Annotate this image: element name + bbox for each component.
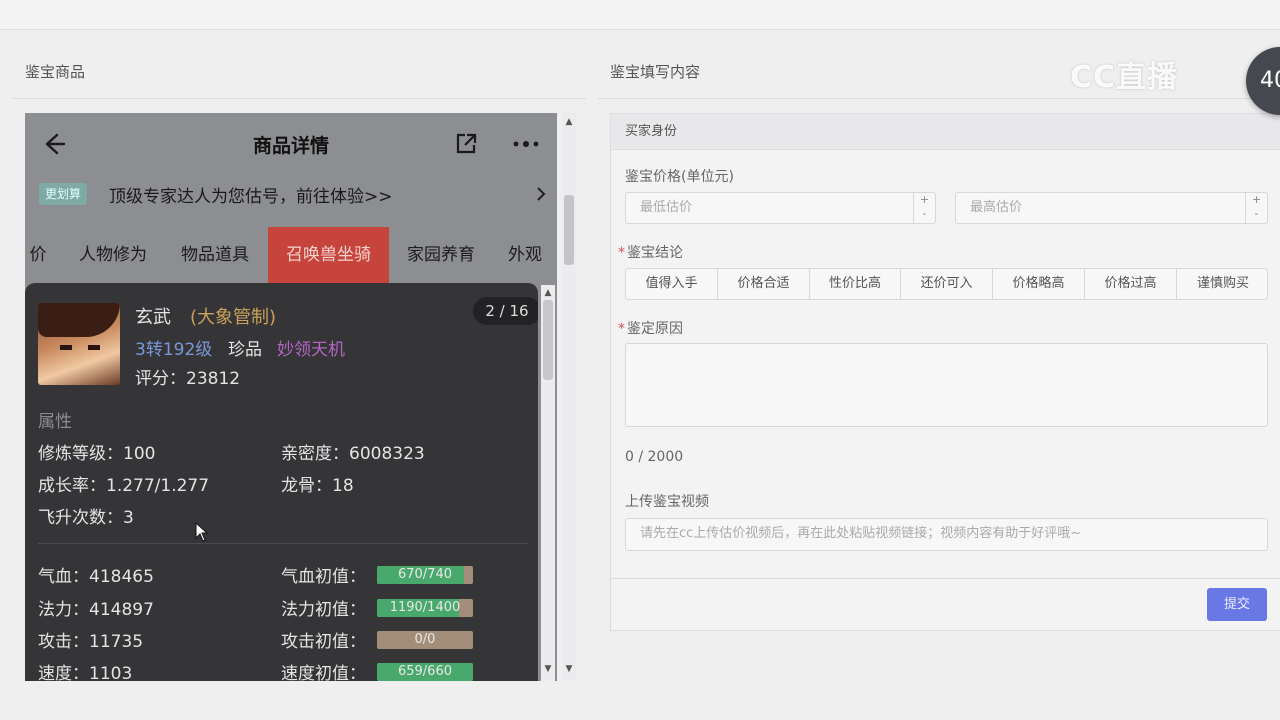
stat-mp-init-label: 法力初值： [281,600,366,620]
watermark-logo: CC直播 [1070,60,1179,95]
pager-indicator: 2 / 16 [473,297,538,325]
min-price-stepper[interactable]: + - [913,193,935,223]
chevron-right-icon [537,187,546,201]
inner-scrollbar-thumb[interactable] [543,300,553,380]
max-price-input[interactable]: 最高估价 + - [955,192,1268,224]
attr-intimacy: 亲密度：6008323 [281,444,425,464]
stat-speed: 速度：1103 [38,664,133,681]
notice-text: 顶级专家达人为您估号，前往体验>> [109,187,393,207]
inner-scroll-down-icon[interactable]: ▼ [543,664,553,674]
stat-speed-init-label: 速度初值： [281,664,366,681]
scroll-up-arrow-icon[interactable]: ▲ [564,117,574,127]
stat-mp-init-bar: 1190/1400 [377,599,473,617]
video-link-input[interactable]: 请先在cc上传估价视频后，再在此处粘贴视频链接；视频内容有助于好评哦~ [625,518,1268,551]
pet-level: 3转192级 [135,340,213,360]
form-section-header: 买家身份 [611,114,1280,150]
stat-speed-init-bar: 659/660 [377,663,473,681]
attr-dragon-bone: 龙骨：18 [281,476,354,496]
option-slightly-high[interactable]: 价格略高 [993,269,1085,299]
notice-badge: 更划算 [39,183,88,205]
stat-hp: 气血：418465 [38,567,154,587]
pet-skill: 妙领天机 [277,340,345,360]
top-bar [0,0,1280,30]
product-preview: 商品详情 更划算 顶级专家达人为您估号，前往体验>> 价 人物修为 物品道具 召… [25,113,557,681]
conclusion-options: 值得入手 价格合适 性价比高 还价可入 价格略高 价格过高 谨慎购买 [625,268,1268,300]
attr-heading: 属性 [38,412,72,432]
submit-button[interactable]: 提交 [1207,588,1267,621]
tab-character[interactable]: 人物修为 [71,227,155,283]
attr-divider [38,543,528,544]
stat-attack-init-label: 攻击初值： [281,632,366,652]
left-panel-title: 鉴宝商品 [25,63,86,81]
option-fair-price[interactable]: 价格合适 [718,269,810,299]
conclusion-label: * 鉴宝结论 [618,245,683,261]
left-title-divider [12,98,586,99]
reason-textarea[interactable] [625,343,1268,427]
reason-label: * 鉴定原因 [618,321,683,337]
tab-pets-mounts[interactable]: 召唤兽坐骑 [268,227,389,283]
option-worth-buying[interactable]: 值得入手 [626,269,718,299]
inner-scroll-up-icon[interactable]: ▲ [543,288,553,298]
option-negotiable[interactable]: 还价可入 [901,269,993,299]
option-buy-cautiously[interactable]: 谨慎购买 [1177,269,1267,299]
attr-growth: 成长率：1.277/1.277 [38,476,210,496]
right-panel-title: 鉴宝填写内容 [610,63,701,81]
min-price-input[interactable]: 最低估价 + - [625,192,936,224]
tab-price[interactable]: 价 [25,227,51,283]
share-icon[interactable] [453,131,479,157]
tab-appearance[interactable]: 外观 [501,227,549,283]
outer-scrollbar-thumb[interactable] [564,195,574,265]
stat-attack: 攻击：11735 [38,632,144,652]
category-tabs: 价 人物修为 物品道具 召唤兽坐骑 家园养育 外观 [25,227,557,283]
more-icon[interactable] [511,131,541,157]
pet-name: 玄武 [135,307,171,328]
scroll-down-arrow-icon[interactable]: ▼ [564,664,574,674]
pet-rank: 珍品 [228,340,262,360]
stat-hp-init-label: 气血初值： [281,567,366,587]
attr-ascension: 飞升次数：3 [38,508,134,528]
pet-score: 评分：23812 [135,369,241,389]
video-label: 上传鉴宝视频 [625,494,709,510]
price-label: 鉴宝价格(单位元) [625,169,734,185]
pet-tag: (大象管制) [190,307,277,328]
option-good-value[interactable]: 性价比高 [810,269,901,299]
pet-avatar [38,303,120,385]
reason-counter: 0 / 2000 [625,449,684,465]
stat-mp: 法力：414897 [38,600,154,620]
tab-items[interactable]: 物品道具 [173,227,257,283]
stat-hp-init-bar: 670/740 [377,566,473,584]
option-too-high[interactable]: 价格过高 [1085,269,1177,299]
form-footer-divider [611,578,1280,579]
right-title-divider [598,98,1280,99]
max-price-stepper[interactable]: + - [1245,193,1267,223]
stat-attack-init-bar: 0/0 [377,631,473,649]
pet-card: 2 / 16 玄武 (大象管制) 3转192级 珍品 妙领天机 评分：23812… [25,283,538,681]
notice-banner[interactable]: 更划算 顶级专家达人为您估号，前往体验>> [25,175,557,213]
phone-header: 商品详情 [25,113,557,175]
mouse-cursor-icon [195,522,209,542]
tab-home[interactable]: 家园养育 [399,227,483,283]
attr-cultivation: 修炼等级：100 [38,444,156,464]
